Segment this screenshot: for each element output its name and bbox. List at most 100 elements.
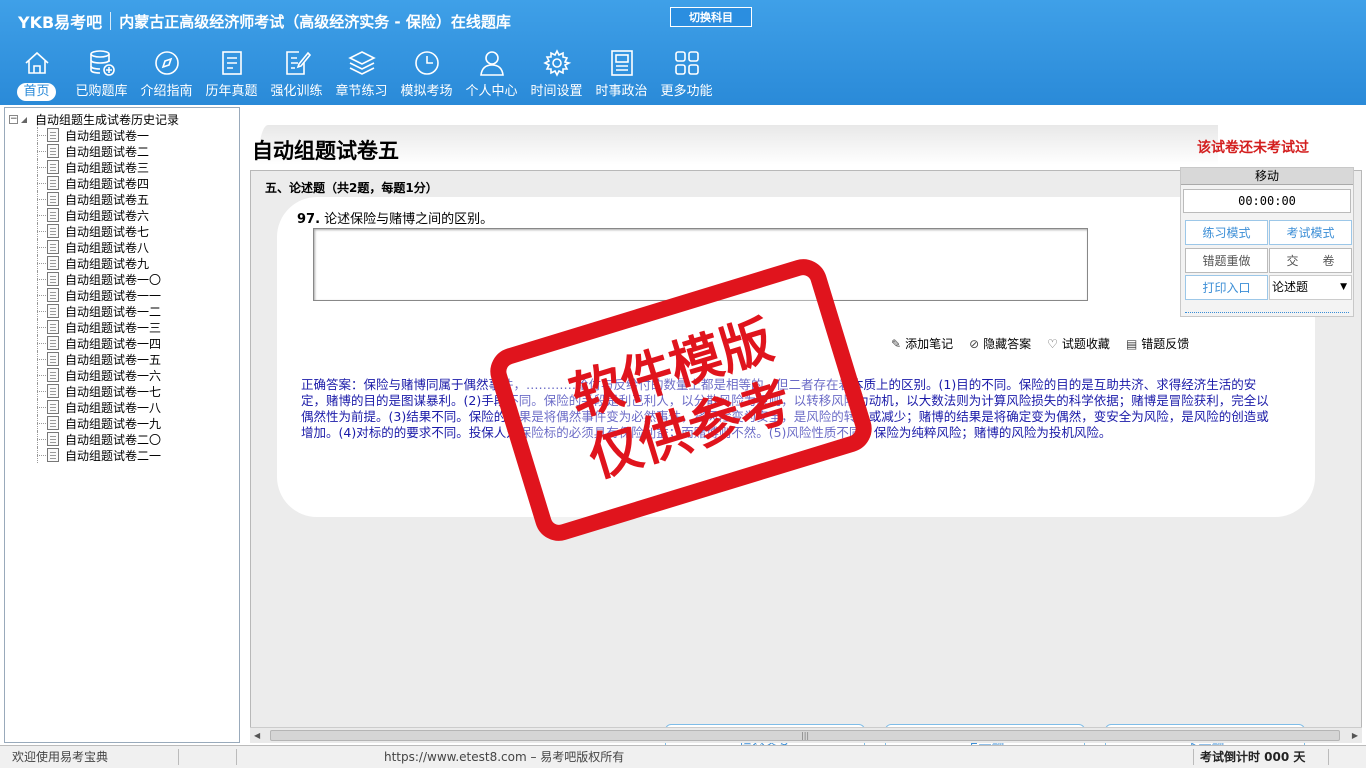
dropdown-caret-icon: ▼: [1340, 282, 1347, 292]
pencil-icon: ✎: [891, 336, 902, 351]
paper-header: [258, 125, 1348, 165]
paper-history-tree: − 自动组题生成试卷历史记录 自动组题试卷一 自动组题试卷二 自动组题试卷三 自动组题…: [4, 107, 240, 743]
tree-item-label: 自动组题试卷一六: [65, 368, 162, 383]
nav-personal[interactable]: 个人中心: [459, 48, 524, 104]
tree-item-label: 自动组题试卷一五: [65, 352, 162, 367]
tree-item-label: 自动组题试卷八: [65, 240, 150, 255]
header-bar: YKB易考吧 内蒙古正高级经济师考试（高级经济实务 - 保险）在线题库 切换科目…: [0, 0, 1366, 105]
tree-item[interactable]: 自动组题试卷一三: [5, 319, 239, 335]
folder-arrow-icon: [21, 116, 27, 123]
nav-label: 首页: [17, 83, 56, 101]
tree-item-label: 自动组题试卷七: [65, 224, 150, 239]
redo-wrong-button[interactable]: 错题重做: [1185, 248, 1268, 273]
timer-display: 00:00:00: [1183, 189, 1351, 213]
document-icon: [47, 368, 59, 382]
hide-answer-button[interactable]: ⊘ 隐藏答案: [969, 335, 1031, 352]
tree-item[interactable]: 自动组题试卷一六: [5, 367, 239, 383]
app-window: YKB易考吧 内蒙古正高级经济师考试（高级经济实务 - 保险）在线题库 切换科目…: [0, 0, 1366, 768]
favorite-button[interactable]: ♡ 试题收藏: [1047, 335, 1110, 352]
document-icon: [47, 384, 59, 398]
layers-icon: [347, 51, 376, 75]
document-icon: [47, 224, 59, 238]
add-note-button[interactable]: ✎ 添加笔记: [891, 335, 953, 352]
exam-mode-button[interactable]: 考试模式: [1269, 220, 1352, 245]
document-icon: [47, 160, 59, 174]
nav-chapter[interactable]: 章节练习: [329, 48, 394, 104]
document-icon: [47, 208, 59, 222]
status-divider: [178, 749, 179, 765]
clock-icon: [414, 51, 439, 75]
nav-training[interactable]: 强化训练: [264, 48, 329, 104]
tree-item-label: 自动组题试卷六: [65, 208, 150, 223]
answer-input[interactable]: [313, 228, 1088, 301]
tree-item[interactable]: 自动组题试卷三: [5, 159, 239, 175]
scroll-right-icon[interactable]: ▶: [1352, 731, 1358, 740]
horizontal-scrollbar[interactable]: ◀ ||| ▶: [250, 727, 1362, 743]
feedback-button[interactable]: ▤ 错题反馈: [1126, 335, 1189, 352]
document-icon: [47, 128, 59, 142]
nav-past-exams[interactable]: 历年真题: [199, 48, 264, 104]
collapse-icon[interactable]: −: [9, 115, 18, 124]
scroll-thumb[interactable]: |||: [270, 730, 1340, 741]
list-doc-icon: [221, 51, 242, 75]
panel-move-handle[interactable]: 移动: [1181, 168, 1353, 185]
document-icon: [47, 288, 59, 302]
answer-text: 保险与赌博同属于偶然事件，…………给付与反给付的数量上都是相等的。但二者存在着本…: [301, 377, 1269, 440]
tree-item[interactable]: 自动组题试卷一八: [5, 399, 239, 415]
nav-purchased[interactable]: 已购题库: [69, 48, 134, 104]
tree-item[interactable]: 自动组题试卷七: [5, 223, 239, 239]
tree-item[interactable]: 自动组题试卷一二: [5, 303, 239, 319]
tree-item[interactable]: 自动组题试卷一五: [5, 351, 239, 367]
document-icon: [47, 432, 59, 446]
document-icon: [47, 416, 59, 430]
status-bar: 欢迎使用易考宝典 https://www.etest8.com – 易考吧版权所…: [0, 745, 1366, 768]
action-label: 试题收藏: [1061, 337, 1110, 351]
nav-current-affairs[interactable]: 时事政治: [589, 48, 654, 104]
tree-item[interactable]: 自动组题试卷六: [5, 207, 239, 223]
document-icon: [47, 304, 59, 318]
nav-time-settings[interactable]: 时间设置: [524, 48, 589, 104]
feedback-icon: ▤: [1125, 336, 1138, 351]
nav-label: 模拟考场: [400, 84, 453, 99]
tree-item[interactable]: 自动组题试卷四: [5, 175, 239, 191]
tree-item[interactable]: 自动组题试卷二〇: [5, 431, 239, 447]
hand-in-button[interactable]: 交 卷: [1269, 248, 1352, 273]
paper-title: 自动组题试卷五: [252, 138, 399, 163]
question-card: 97. 论述保险与赌博之间的区别。 ✎ 添加笔记 ⊘ 隐藏答案 ♡ 试题收藏 ▤…: [277, 197, 1315, 517]
nav-mock-exam[interactable]: 模拟考场: [394, 48, 459, 104]
practice-mode-button[interactable]: 练习模式: [1185, 220, 1268, 245]
tree-item[interactable]: 自动组题试卷一七: [5, 383, 239, 399]
tree-item[interactable]: 自动组题试卷一一: [5, 287, 239, 303]
tree-item-label: 自动组题试卷五: [65, 192, 150, 207]
tree-item[interactable]: 自动组题试卷二一: [5, 447, 239, 463]
nav-label: 历年真题: [205, 84, 258, 99]
tree-item[interactable]: 自动组题试卷一九: [5, 415, 239, 431]
main-nav: 首页 已购题库 介绍指南 历年真题 强化训练 章节练习 模拟考场 个人中心 时间…: [4, 48, 719, 104]
tree-item[interactable]: 自动组题试卷一〇: [5, 271, 239, 287]
tree-item[interactable]: 自动组题试卷五: [5, 191, 239, 207]
print-button[interactable]: 打印入口: [1185, 275, 1268, 300]
nav-label: 个人中心: [465, 84, 518, 99]
tree-item[interactable]: 自动组题试卷九: [5, 255, 239, 271]
tree-item-label: 自动组题试卷二〇: [65, 432, 162, 447]
tree-root[interactable]: − 自动组题生成试卷历史记录: [9, 111, 179, 128]
tree-item[interactable]: 自动组题试卷八: [5, 239, 239, 255]
heart-icon: ♡: [1047, 336, 1058, 351]
tree-item[interactable]: 自动组题试卷一四: [5, 335, 239, 351]
countdown-text: 考试倒计时 000 天: [1200, 750, 1306, 764]
document-icon: [47, 192, 59, 206]
grip-icon: |||: [801, 731, 810, 740]
question-type-select[interactable]: 论述题 ▼: [1269, 275, 1352, 300]
question-text: 论述保险与赌博之间的区别。: [324, 212, 494, 227]
document-icon: [47, 400, 59, 414]
tree-item-label: 自动组题试卷三: [65, 160, 150, 175]
nav-home[interactable]: 首页: [4, 48, 69, 104]
nav-more[interactable]: 更多功能: [654, 48, 719, 104]
scroll-left-icon[interactable]: ◀: [254, 731, 260, 740]
nav-guide[interactable]: 介绍指南: [134, 48, 199, 104]
tree-item[interactable]: 自动组题试卷二: [5, 143, 239, 159]
tree-item[interactable]: 自动组题试卷一: [5, 127, 239, 143]
nav-label: 时间设置: [530, 84, 583, 99]
switch-subject-button[interactable]: 切换科目: [670, 7, 752, 27]
database-icon: [89, 50, 115, 76]
